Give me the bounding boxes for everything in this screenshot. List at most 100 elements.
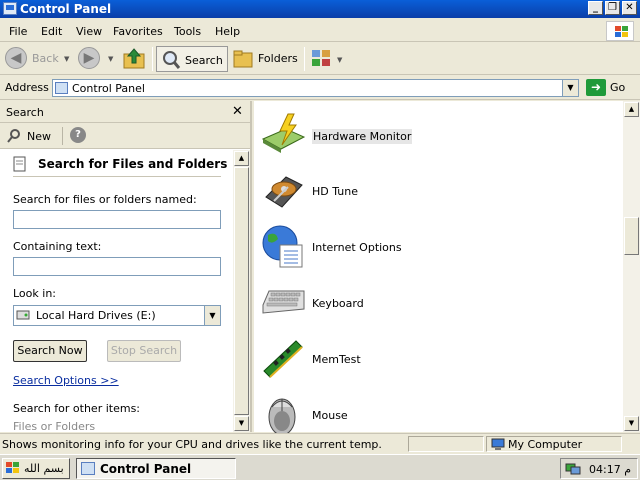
status-text: Shows monitoring info for your CPU and d… — [2, 438, 382, 451]
system-tray: 04:17 م — [560, 458, 638, 479]
network-icon[interactable] — [565, 462, 581, 476]
search-icon — [163, 51, 181, 69]
scroll-down-icon[interactable]: ▼ — [234, 416, 249, 431]
search-button[interactable]: Search — [156, 46, 228, 72]
search-pane-toolbar: New ? — [0, 123, 250, 149]
containing-text-input[interactable] — [13, 257, 221, 276]
hard-drive-icon — [16, 310, 30, 320]
taskbar: بسم الله Control Panel 04:17 م — [0, 454, 640, 480]
scroll-up-icon[interactable]: ▲ — [624, 102, 639, 117]
control-panel-icon — [3, 2, 17, 15]
search-options-link[interactable]: Search Options >> — [13, 374, 119, 387]
chevron-down-icon[interactable]: ▼ — [204, 306, 220, 325]
search-pane-title: Search — [6, 106, 44, 119]
menu-edit[interactable]: Edit — [41, 25, 62, 38]
close-button[interactable]: ✕ — [622, 1, 637, 15]
search-form: Search for Files and Folders Search for … — [0, 150, 233, 433]
scroll-thumb[interactable] — [234, 167, 249, 415]
menu-help[interactable]: Help — [215, 25, 240, 38]
list-item[interactable]: Internet Options — [260, 223, 600, 271]
address-bar: Address Control Panel ▼ ➜ Go — [0, 76, 640, 100]
folder-icon — [233, 50, 253, 68]
status-panel — [408, 436, 484, 452]
forward-dropdown-icon[interactable]: ▼ — [108, 55, 113, 63]
search-character-icon — [13, 156, 26, 172]
address-value: Control Panel — [72, 82, 145, 95]
item-label: Hardware Monitor — [312, 129, 413, 144]
status-location: My Computer — [508, 438, 583, 451]
scroll-down-icon[interactable]: ▼ — [624, 416, 639, 431]
taskbar-item-label: Control Panel — [100, 462, 192, 476]
go-arrow-icon[interactable]: ➜ — [586, 79, 606, 96]
file-name-input[interactable] — [13, 210, 221, 229]
search-now-button[interactable]: Search Now — [13, 340, 87, 362]
new-search-label: New — [27, 130, 51, 143]
folders-button-label: Folders — [258, 52, 298, 65]
status-bar: Shows monitoring info for your CPU and d… — [0, 433, 640, 453]
search-pane-header: Search ✕ — [0, 101, 250, 123]
my-computer-icon — [491, 438, 505, 450]
content-scrollbar[interactable]: ▲ ▼ — [623, 101, 640, 432]
mouse-icon — [268, 398, 296, 436]
forward-arrow-icon[interactable]: ▶ — [78, 47, 100, 69]
folders-button[interactable]: Folders — [233, 47, 298, 71]
files-or-folders-link[interactable]: Files or Folders — [13, 420, 95, 433]
search-form-title: Search for Files and Folders — [38, 157, 228, 171]
views-dropdown-icon[interactable]: ▼ — [337, 56, 342, 64]
go-button-label[interactable]: Go — [610, 81, 625, 94]
control-panel-items: Hardware Monitor HD Tune Internet Option… — [254, 101, 623, 436]
other-items-label: Search for other items: — [13, 402, 140, 415]
views-icon[interactable] — [311, 49, 333, 69]
stop-search-button[interactable]: Stop Search — [107, 340, 181, 362]
toolbar: ◀ Back ▼ ▶ ▼ Search Folders ▼ — [0, 43, 640, 75]
list-item[interactable]: Keyboard — [260, 279, 600, 327]
new-search-button[interactable]: New — [6, 127, 66, 145]
look-in-value: Local Hard Drives (E:) — [36, 309, 156, 322]
address-label: Address — [5, 81, 49, 94]
maximize-button[interactable]: ❐ — [605, 1, 620, 15]
scroll-thumb[interactable] — [624, 217, 639, 255]
search-button-label: Search — [185, 54, 223, 67]
start-button[interactable]: بسم الله — [2, 458, 70, 479]
back-arrow-icon[interactable]: ◀ — [5, 47, 27, 69]
address-dropdown-icon[interactable]: ▼ — [562, 80, 578, 96]
minimize-button[interactable]: _ — [588, 1, 603, 15]
item-label: Mouse — [312, 409, 348, 422]
close-icon[interactable]: ✕ — [232, 104, 243, 119]
item-label: HD Tune — [312, 185, 358, 198]
list-item[interactable]: MemTest — [260, 335, 600, 383]
address-input[interactable]: Control Panel ▼ — [52, 79, 579, 97]
look-in-select[interactable]: Local Hard Drives (E:) ▼ — [13, 305, 221, 326]
list-item[interactable]: HD Tune — [260, 167, 600, 215]
keyboard-icon — [262, 290, 305, 314]
help-icon[interactable]: ? — [70, 127, 86, 143]
clock[interactable]: 04:17 م — [589, 463, 631, 476]
taskbar-item-control-panel[interactable]: Control Panel — [76, 458, 236, 479]
containing-text-label: Containing text: — [13, 240, 102, 253]
windows-logo-icon — [6, 462, 19, 473]
back-button-label[interactable]: Back — [32, 52, 59, 65]
list-item[interactable]: Mouse — [260, 391, 600, 439]
hardware-monitor-icon — [261, 113, 306, 153]
menu-tools[interactable]: Tools — [174, 25, 201, 38]
menu-file[interactable]: File — [9, 25, 27, 38]
look-in-label: Look in: — [13, 287, 56, 300]
start-button-label: بسم الله — [24, 462, 64, 475]
menu-bar: File Edit View Favorites Tools Help — [0, 20, 640, 42]
menu-view[interactable]: View — [76, 25, 102, 38]
list-item[interactable]: Hardware Monitor — [260, 111, 600, 159]
search-pane: Search ✕ New ? Search for Files and Fold… — [0, 101, 252, 433]
back-dropdown-icon[interactable]: ▼ — [64, 55, 69, 63]
search-pane-scrollbar[interactable]: ▲ ▼ — [233, 150, 250, 432]
up-folder-icon[interactable] — [122, 47, 146, 69]
menu-favorites[interactable]: Favorites — [113, 25, 163, 38]
status-location-panel: My Computer — [486, 436, 622, 452]
control-panel-icon — [55, 82, 68, 94]
internet-options-icon — [262, 225, 303, 268]
scroll-up-icon[interactable]: ▲ — [234, 151, 249, 166]
item-label: Keyboard — [312, 297, 364, 310]
title-bar[interactable]: Control Panel _ ❐ ✕ — [0, 0, 640, 18]
memtest-icon — [263, 340, 303, 378]
item-label: MemTest — [312, 353, 361, 366]
named-label: Search for files or folders named: — [13, 193, 197, 206]
